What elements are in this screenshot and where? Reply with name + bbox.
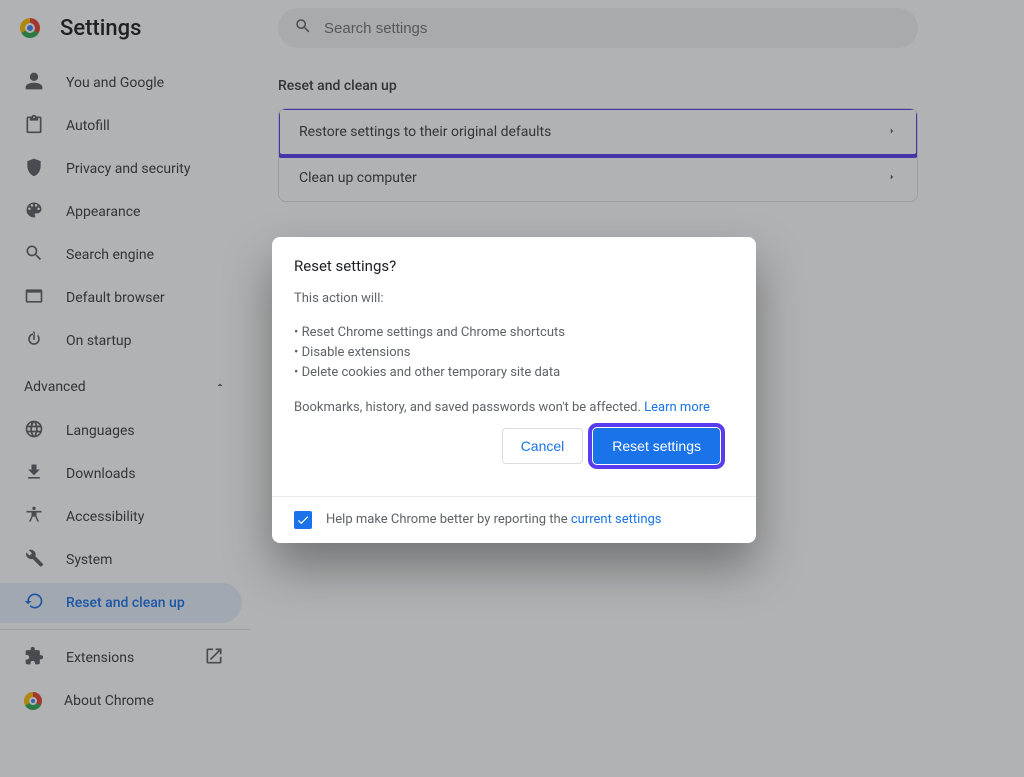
dialog-footer-text: Help make Chrome better by reporting the… [326,512,662,527]
report-settings-checkbox[interactable] [294,511,312,529]
cancel-button[interactable]: Cancel [502,428,584,464]
reset-settings-button[interactable]: Reset settings [593,428,720,464]
current-settings-link[interactable]: current settings [571,512,662,527]
dialog-title: Reset settings? [294,257,734,275]
dialog-bullet: Delete cookies and other temporary site … [302,365,561,380]
dialog-bullets: • Reset Chrome settings and Chrome short… [294,323,734,383]
reset-settings-dialog: Reset settings? This action will: • Rese… [272,237,756,543]
dialog-note: Bookmarks, history, and saved passwords … [294,400,644,415]
dialog-intro: This action will: [294,289,734,309]
learn-more-link[interactable]: Learn more [644,400,710,415]
dialog-bullet: Reset Chrome settings and Chrome shortcu… [302,325,565,340]
dialog-bullet: Disable extensions [302,345,411,360]
